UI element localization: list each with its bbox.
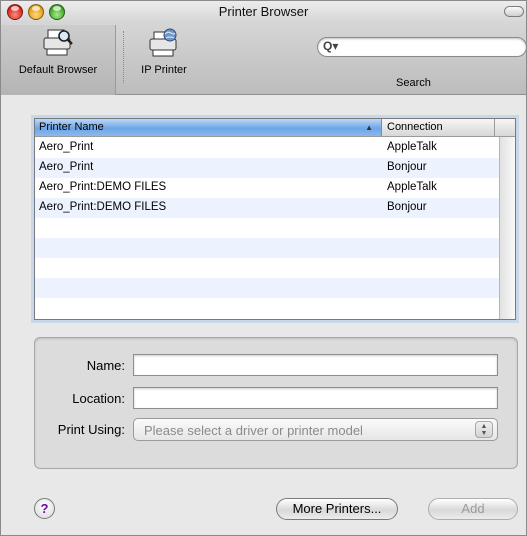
empty-table-row (35, 298, 499, 318)
printer-browser-window: Printer Browser Default Browser IP Print… (0, 0, 527, 536)
popup-arrows-icon: ▲ ▼ (475, 421, 493, 438)
connection-cell: Bonjour (387, 201, 427, 213)
printer-name-cell: Aero_Print (39, 141, 94, 153)
search-label: Search (396, 77, 431, 89)
default-browser-label: Default Browser (18, 64, 98, 76)
empty-table-row (35, 258, 499, 278)
table-scrollbar[interactable] (499, 137, 515, 319)
table-row[interactable]: Aero_Print:DEMO FILES Bonjour (35, 198, 499, 218)
toolbar-toggle-button[interactable] (504, 6, 524, 17)
print-using-label: Print Using: (57, 422, 125, 437)
print-using-popup[interactable]: Please select a driver or printer model … (133, 418, 498, 441)
search-icon: Q▾ (323, 39, 339, 53)
printer-globe-icon (149, 28, 177, 57)
add-button[interactable]: Add (428, 498, 518, 520)
name-label: Name: (86, 358, 125, 373)
table-row[interactable]: Aero_Print:DEMO FILES AppleTalk (35, 178, 499, 198)
column-header-connection[interactable]: Connection (383, 119, 495, 136)
ip-printer-tab[interactable]: IP Printer (129, 25, 199, 95)
empty-table-row (35, 278, 499, 298)
connection-cell: Bonjour (387, 161, 427, 173)
ip-printer-label: IP Printer (141, 64, 187, 76)
printer-name-cell: Aero_Print:DEMO FILES (39, 181, 167, 193)
search-field[interactable]: Q▾ (317, 37, 526, 57)
connection-cell: AppleTalk (387, 141, 437, 153)
toolbar-separator (123, 31, 124, 83)
title-bar: Printer Browser (1, 1, 526, 23)
table-row[interactable]: Aero_Print Bonjour (35, 158, 499, 178)
column-header-printer-name[interactable]: Printer Name ▲ (35, 119, 382, 136)
column-header-printer-name-label: Printer Name (39, 121, 104, 133)
location-label: Location: (72, 391, 125, 406)
window-title: Printer Browser (218, 4, 309, 19)
printer-table: Printer Name ▲ Connection Aero_Print App… (34, 118, 516, 320)
default-browser-tab[interactable]: Default Browser (1, 25, 116, 95)
help-button[interactable]: ? (34, 498, 55, 519)
print-using-value: Please select a driver or printer model (144, 423, 363, 438)
location-field[interactable] (133, 387, 498, 409)
printer-name-cell: Aero_Print:DEMO FILES (39, 201, 167, 213)
table-row[interactable]: Aero_Print AppleTalk (35, 138, 499, 158)
name-field[interactable] (133, 354, 498, 376)
sort-ascending-icon: ▲ (365, 123, 373, 132)
printer-name-cell: Aero_Print (39, 161, 94, 173)
table-header: Printer Name ▲ Connection (35, 119, 515, 137)
empty-table-row (35, 238, 499, 258)
search-input[interactable] (342, 40, 518, 54)
empty-table-row (35, 218, 499, 238)
printer-magnifier-icon (43, 29, 73, 56)
connection-cell: AppleTalk (387, 181, 437, 193)
more-printers-button[interactable]: More Printers... (276, 498, 398, 520)
